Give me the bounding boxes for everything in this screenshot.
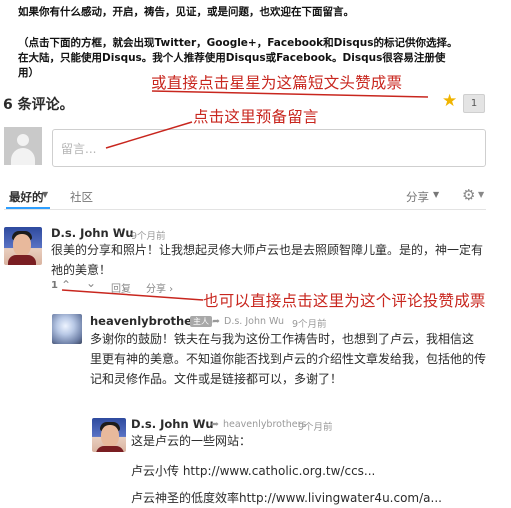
- comment-text-line: 里更有神的美意。不知道你能否找到卢云的介绍性文章发给我，包括他的传: [90, 352, 487, 366]
- annotation-vote-underline: [61, 289, 204, 301]
- comment-input-placeholder: 留言...: [61, 142, 97, 156]
- comment-time[interactable]: 9个月前: [298, 419, 333, 433]
- recommend-count-badge: 1: [463, 94, 485, 113]
- reply-button[interactable]: 回复: [111, 280, 131, 295]
- avatar[interactable]: [52, 314, 82, 344]
- comment-text-line: 很美的分享和照片！让我想起灵修大师卢云也是去照顾智障儿童。是的，神一定有: [51, 243, 484, 257]
- comment-text-line: 多谢你的鼓励！铁夫在与我为这份工作祷告时，也想到了卢云，我相信这: [90, 332, 475, 346]
- default-avatar-icon: [4, 127, 42, 165]
- intro-line-2: （点击下面的方框，就会出现Twitter，Google+，Facebook和Di…: [18, 37, 458, 49]
- avatar-body-shape: [11, 148, 35, 165]
- share-thread-button[interactable]: 分享: [406, 189, 429, 205]
- settings-gear-icon[interactable]: ⚙: [462, 186, 475, 204]
- upvote-icon[interactable]: ⌃: [61, 278, 71, 292]
- tabs-divider: [4, 209, 486, 210]
- vote-count: 1: [51, 280, 58, 291]
- settings-dropdown-icon[interactable]: ▼: [478, 190, 484, 199]
- comment-author[interactable]: D.s. John Wu: [51, 226, 134, 240]
- share-dropdown-icon[interactable]: ▼: [433, 190, 439, 199]
- downvote-icon[interactable]: ⌄: [86, 276, 96, 290]
- avatar-face-shape: [101, 425, 119, 447]
- comment-author[interactable]: heavenlybrothers: [90, 314, 204, 328]
- avatar-shirt-shape: [96, 446, 124, 452]
- intro-line-1: 如果你有什么感动，开启，祷告，见证，或是问题，也欢迎在下面留言。: [18, 6, 354, 18]
- comment-input[interactable]: 留言...: [52, 129, 486, 167]
- reply-to-arrow-icon: ➦: [211, 419, 219, 430]
- comment-link-line[interactable]: 卢云神圣的低度效率http://www.livingwater4u.com/a.…: [131, 488, 442, 508]
- reply-to-author[interactable]: D.s. John Wu: [224, 316, 284, 327]
- tab-best[interactable]: 最好的: [9, 189, 44, 205]
- comment-text-line: 祂的美意！: [51, 263, 112, 277]
- intro-line-3: 在大陆，只能使用Disqus。我个人推荐使用Disqus或Facebook。Di…: [18, 52, 446, 64]
- avatar-face-shape: [13, 234, 31, 256]
- avatar-head-shape: [17, 134, 29, 146]
- avatar[interactable]: [4, 227, 42, 265]
- reply-to-arrow-icon: ➦: [212, 316, 220, 327]
- annotation-comment-note: 点击这里预备留言: [193, 108, 319, 126]
- comment-author[interactable]: D.s. John Wu: [131, 417, 214, 431]
- avatar[interactable]: [92, 418, 126, 452]
- comment-link-line[interactable]: 卢云小传 http://www.catholic.org.tw/ccs...: [131, 461, 375, 481]
- comment-text-line: 记和灵修作品。文件或是链接都可以，多谢了！: [90, 372, 343, 386]
- comment-time[interactable]: 9个月前: [292, 316, 327, 330]
- comment-text-line: 这是卢云的一些网站：: [131, 434, 252, 448]
- annotation-vote-note: 也可以直接点击这里为这个评论投赞成票: [203, 292, 486, 310]
- tab-community[interactable]: 社区: [70, 189, 93, 205]
- tab-best-dropdown-icon[interactable]: ▼: [42, 190, 48, 199]
- avatar-shirt-shape: [8, 255, 36, 265]
- comment-count-title: 6 条评论。: [3, 97, 74, 113]
- reply-to-author[interactable]: heavenlybrothers: [223, 419, 306, 430]
- recommend-star-icon[interactable]: ★: [442, 93, 457, 110]
- comment-share-button[interactable]: 分享 ›: [146, 280, 173, 295]
- moderator-badge: 主人: [190, 316, 212, 327]
- annotation-star-note: 或直接点击星星为这篇短文头赞成票: [151, 74, 403, 92]
